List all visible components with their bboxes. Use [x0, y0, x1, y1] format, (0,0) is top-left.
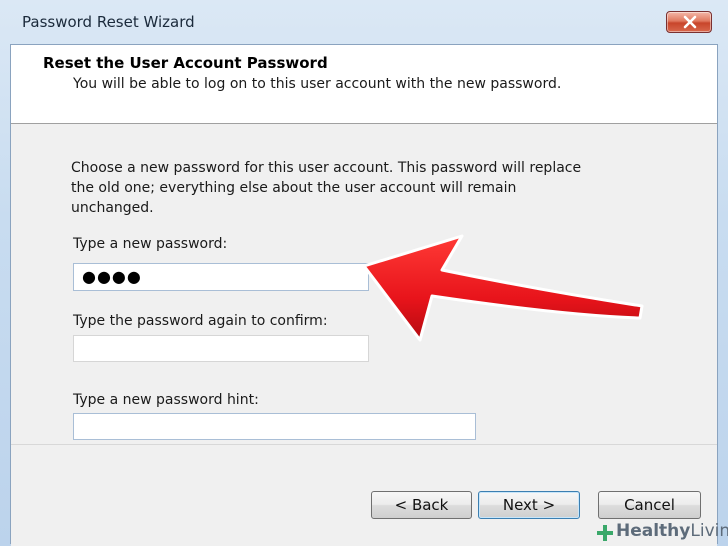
new-password-label: Type a new password:	[73, 236, 228, 252]
wizard-body: Choose a new password for this user acco…	[11, 124, 717, 444]
title-bar: Password Reset Wizard	[0, 0, 728, 44]
close-icon	[683, 15, 697, 29]
close-button[interactable]	[666, 11, 712, 33]
confirm-password-label: Type the password again to confirm:	[73, 313, 328, 329]
password-hint-label: Type a new password hint:	[73, 392, 259, 408]
cancel-button[interactable]: Cancel	[598, 491, 701, 519]
watermark-text: HealthyLiving	[616, 521, 728, 541]
wizard-client-area: Reset the User Account Password You will…	[10, 44, 718, 546]
page-subtitle: You will be able to log on to this user …	[73, 76, 562, 92]
healthy-living-watermark: HealthyLiving	[596, 519, 728, 545]
window-title: Password Reset Wizard	[22, 13, 195, 31]
password-hint-field[interactable]	[73, 413, 476, 440]
new-password-field[interactable]: ●●●●	[73, 263, 369, 291]
watermark-brand-bold: Healthy	[616, 521, 691, 541]
wizard-window: Password Reset Wizard Reset the User Acc…	[0, 0, 728, 546]
plus-logo-icon	[597, 525, 613, 541]
page-title: Reset the User Account Password	[43, 54, 328, 72]
back-button[interactable]: < Back	[371, 491, 472, 519]
new-password-value: ●●●●	[82, 267, 142, 286]
confirm-password-field[interactable]	[73, 335, 369, 362]
instructions-text: Choose a new password for this user acco…	[71, 160, 582, 216]
watermark-brand-light: Living	[690, 521, 728, 541]
next-button[interactable]: Next >	[478, 491, 580, 519]
wizard-header: Reset the User Account Password You will…	[11, 45, 717, 124]
